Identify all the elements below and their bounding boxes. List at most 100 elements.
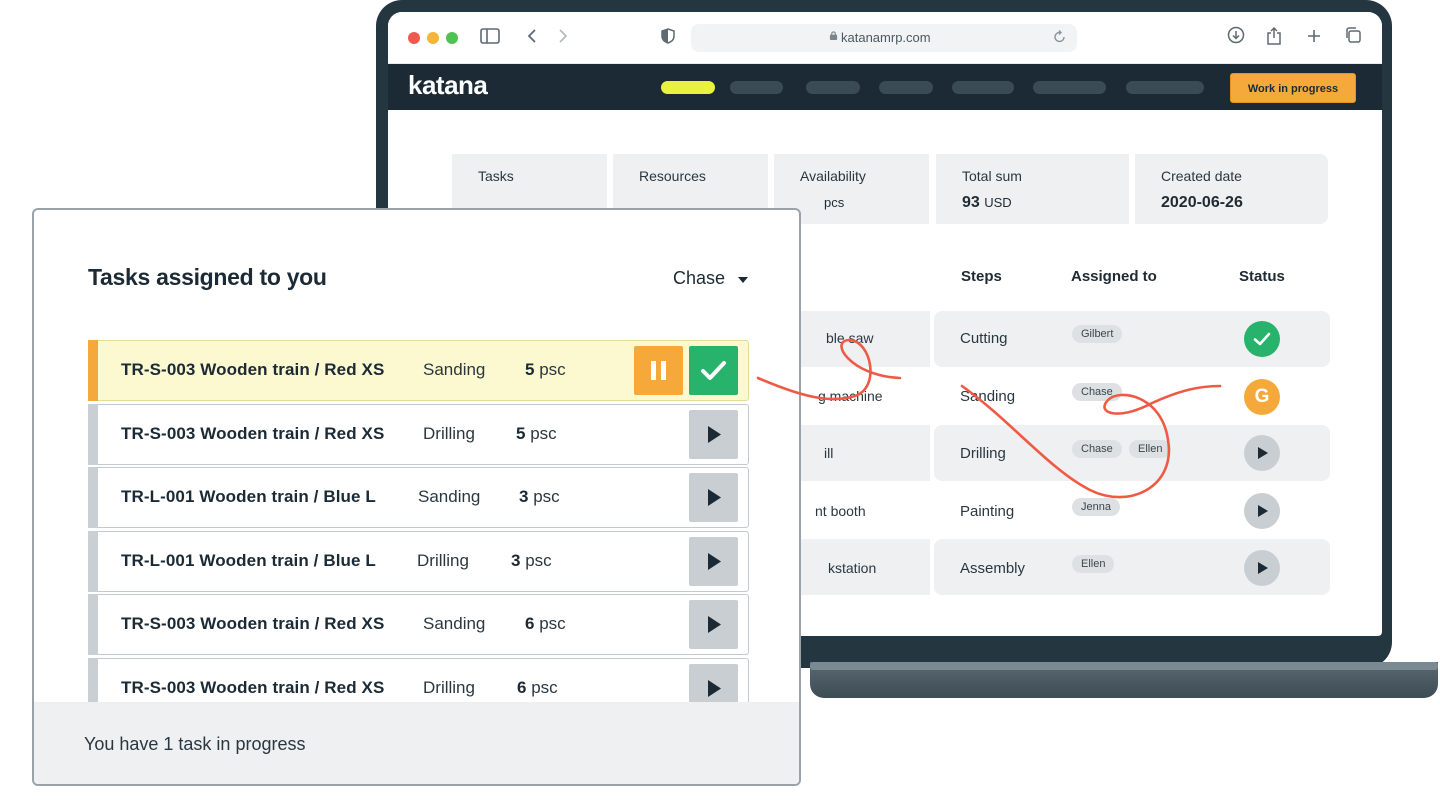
task-quantity: 5 psc: [525, 360, 566, 379]
start-task-button[interactable]: [689, 537, 738, 586]
play-icon: [708, 489, 721, 506]
address-bar[interactable]: katanamrp.com: [691, 24, 1077, 52]
assignee-chip: Gilbert: [1072, 325, 1123, 343]
check-icon: [701, 361, 726, 380]
forward-arrow-icon[interactable]: [551, 26, 575, 50]
start-task-icon[interactable]: [1244, 550, 1280, 586]
summary-label: Availability: [800, 168, 866, 184]
nav-item-6[interactable]: [1033, 81, 1106, 94]
table-cell-resource: g machine: [818, 388, 883, 404]
task-row-in-progress[interactable]: TR-S-003 Wooden train / Red XS Sanding 5…: [88, 340, 749, 401]
task-quantity: 3 psc: [519, 487, 560, 506]
minimize-window-button[interactable]: [427, 32, 439, 44]
browser-toolbar: katanamrp.com: [388, 12, 1382, 64]
assignee-chip: Chase: [1072, 440, 1122, 458]
task-step: Sanding: [423, 360, 486, 379]
sidebar-toggle-icon[interactable]: [478, 26, 502, 50]
tasks-in-progress-message: You have 1 task in progress: [84, 734, 306, 754]
summary-label: Created date: [1161, 168, 1242, 184]
summary-created-date: Created date 2020-06-26: [1135, 154, 1328, 224]
nav-item-2[interactable]: [730, 81, 783, 94]
table-cell-step: Sanding: [960, 388, 1016, 405]
work-in-progress-button[interactable]: Work in progress: [1230, 73, 1356, 103]
task-status-stripe: [88, 467, 98, 528]
summary-label: Resources: [639, 168, 706, 184]
start-task-button[interactable]: [689, 600, 738, 649]
task-quantity: 6 psc: [525, 614, 566, 633]
chevron-down-icon[interactable]: [738, 277, 748, 283]
nav-item-4[interactable]: [879, 81, 933, 94]
nav-item-3[interactable]: [806, 81, 860, 94]
task-row[interactable]: TR-L-001 Wooden train / Blue L Sanding 3…: [88, 467, 749, 528]
assignee-chip: Chase: [1072, 383, 1122, 401]
column-header-status: Status: [1239, 268, 1285, 285]
table-cell-resource: ble saw: [826, 330, 874, 346]
status-in-progress-icon[interactable]: G: [1244, 379, 1280, 415]
task-name: TR-L-001 Wooden train / Blue L: [121, 551, 376, 570]
task-step: Sanding: [423, 614, 486, 633]
summary-total-sum: Total sum 93 USD: [936, 154, 1129, 224]
laptop-base-edge: [810, 662, 1438, 670]
start-task-button[interactable]: [689, 473, 738, 522]
task-status-stripe: [88, 531, 98, 592]
assignee-chip: Ellen: [1129, 440, 1172, 458]
task-name: TR-L-001 Wooden train / Blue L: [121, 487, 376, 506]
lock-icon: [829, 31, 838, 40]
task-row[interactable]: TR-S-003 Wooden train / Red XS Drilling …: [88, 404, 749, 465]
task-name: TR-S-003 Wooden train / Red XS: [121, 614, 385, 633]
task-row[interactable]: TR-L-001 Wooden train / Blue L Drilling …: [88, 531, 749, 592]
table-cell-resource: kstation: [828, 560, 877, 576]
summary-value: 2020-06-26: [1161, 194, 1243, 211]
start-task-icon[interactable]: [1244, 435, 1280, 471]
start-task-button[interactable]: [689, 410, 738, 459]
app-navbar: katana Work in progress: [388, 64, 1382, 110]
task-step: Drilling: [423, 678, 475, 697]
reload-icon[interactable]: [1053, 28, 1067, 51]
summary-value: pcs: [824, 195, 845, 210]
pause-icon: [651, 361, 666, 380]
task-name: TR-S-003 Wooden train / Red XS: [121, 360, 385, 379]
nav-item-active[interactable]: [661, 81, 715, 94]
summary-value: 93 USD: [962, 194, 1012, 211]
assignee-filter-dropdown[interactable]: Chase: [673, 268, 725, 289]
privacy-shield-icon[interactable]: [656, 26, 680, 50]
task-name: TR-S-003 Wooden train / Red XS: [121, 424, 385, 443]
tab-overview-icon[interactable]: [1341, 26, 1365, 50]
assignee-chip: Jenna: [1072, 498, 1120, 516]
card-footer: You have 1 task in progress: [34, 702, 799, 784]
start-task-icon[interactable]: [1244, 493, 1280, 529]
task-status-stripe: [88, 340, 98, 401]
tasks-assigned-card: Tasks assigned to you Chase TR-S-003 Woo…: [32, 208, 801, 786]
column-header-assigned-to: Assigned to: [1071, 268, 1157, 285]
task-status-stripe: [88, 594, 98, 655]
task-name: TR-S-003 Wooden train / Red XS: [121, 678, 385, 697]
task-quantity: 3 psc: [511, 551, 552, 570]
katana-logo[interactable]: katana: [408, 70, 488, 101]
play-icon: [708, 553, 721, 570]
assignee-chip: Ellen: [1072, 555, 1115, 573]
nav-item-5[interactable]: [952, 81, 1014, 94]
url-text: katanamrp.com: [841, 30, 931, 45]
play-icon: [708, 426, 721, 443]
new-tab-icon[interactable]: [1302, 26, 1326, 50]
summary-label: Tasks: [478, 168, 514, 184]
table-cell-step: Cutting: [960, 330, 1008, 347]
maximize-window-button[interactable]: [446, 32, 458, 44]
close-window-button[interactable]: [408, 32, 420, 44]
nav-item-7[interactable]: [1126, 81, 1204, 94]
task-row[interactable]: TR-S-003 Wooden train / Red XS Sanding 6…: [88, 594, 749, 655]
task-step: Drilling: [417, 551, 469, 570]
play-icon: [708, 616, 721, 633]
task-step: Drilling: [423, 424, 475, 443]
column-header-steps: Steps: [961, 268, 1002, 285]
status-done-icon[interactable]: [1244, 321, 1280, 357]
share-icon[interactable]: [1262, 26, 1286, 50]
table-cell-resource: nt booth: [815, 503, 866, 519]
back-arrow-icon[interactable]: [520, 26, 544, 50]
complete-task-button[interactable]: [689, 346, 738, 395]
pause-task-button[interactable]: [634, 346, 683, 395]
table-cell-step: Assembly: [960, 560, 1026, 577]
task-quantity: 6 psc: [517, 678, 558, 697]
download-icon[interactable]: [1224, 26, 1248, 50]
table-cell-resource: ill: [824, 445, 834, 461]
